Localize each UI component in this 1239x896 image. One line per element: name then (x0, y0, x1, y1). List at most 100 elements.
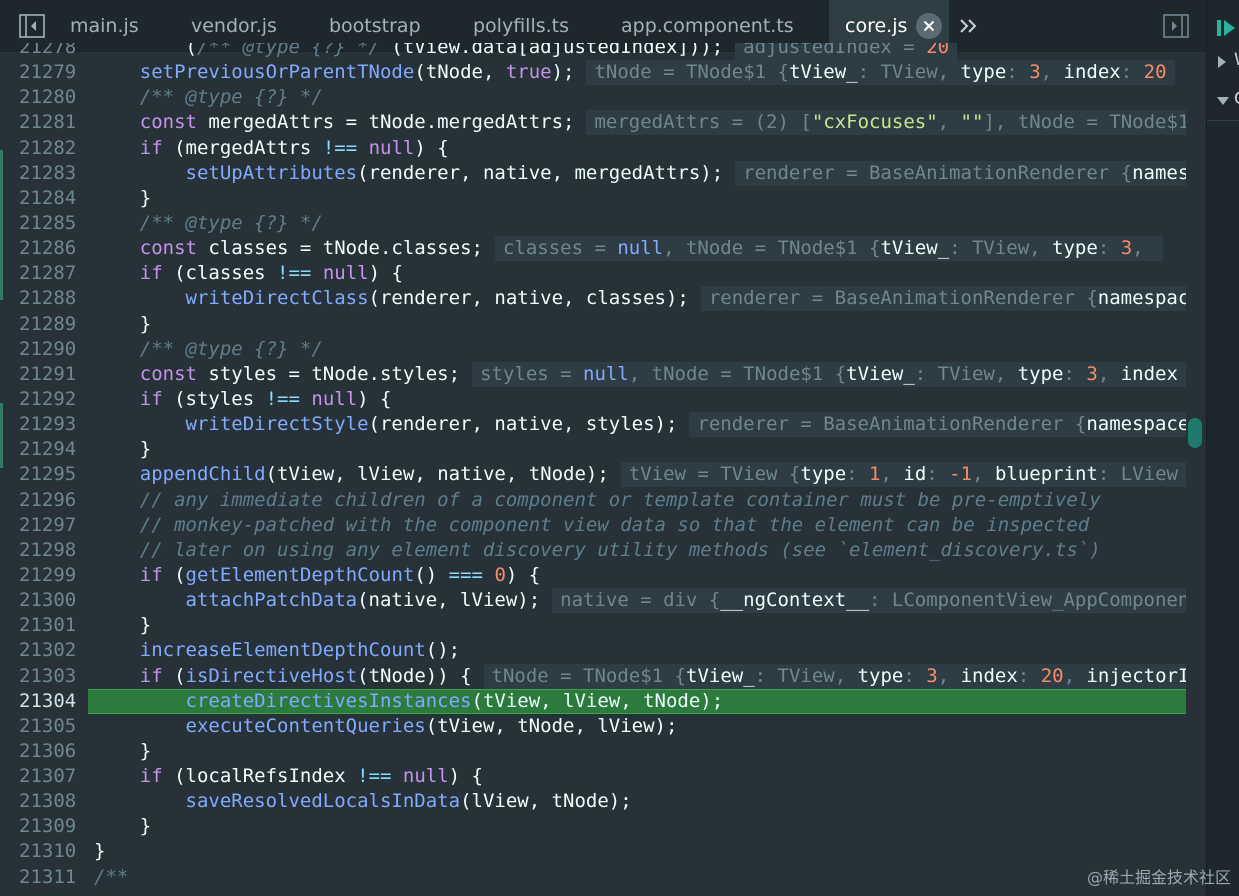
code-line[interactable]: 21285 /** @type {?} */ (0, 211, 1206, 236)
code-line[interactable]: 21295 appendChild(tView, lView, native, … (0, 462, 1206, 488)
line-number[interactable]: 21292 (19, 387, 81, 412)
code-line[interactable]: 21294 } (0, 437, 1206, 462)
code-line[interactable]: 21305 executeContentQueries(tView, tNode… (0, 714, 1206, 739)
code-line[interactable]: 21309 } (0, 814, 1206, 839)
code-line[interactable]: 21292 if (styles !== null) { (0, 387, 1206, 412)
code-line[interactable]: 21298 // later on using any element disc… (0, 538, 1206, 563)
code-token: (tView, lView, native, tNode); (265, 463, 609, 486)
inline-value-hint[interactable]: tNode = TNode$1 {tView_: TView, type: 3,… (483, 663, 1186, 689)
line-number[interactable]: 21300 (19, 588, 81, 613)
resume-button[interactable] (1207, 10, 1239, 42)
watch-section-header[interactable]: W (1207, 46, 1239, 78)
line-number[interactable]: 21309 (19, 814, 81, 839)
more-tabs-button[interactable] (954, 13, 982, 39)
line-number[interactable]: 21307 (19, 764, 81, 789)
line-number[interactable]: 21295 (19, 462, 81, 487)
line-number[interactable]: 21303 (19, 664, 81, 689)
code-line[interactable]: 21287 if (classes !== null) { (0, 261, 1206, 286)
line-number[interactable]: 21282 (19, 136, 81, 161)
line-number[interactable]: 21291 (19, 362, 81, 387)
code-token: (tView.data[adjustedIndex])); (379, 43, 724, 58)
code-line[interactable]: 21306 } (0, 739, 1206, 764)
line-number[interactable]: 21301 (19, 613, 81, 638)
line-number[interactable]: 21296 (19, 488, 81, 513)
code-line[interactable]: 21281 const mergedAttrs = tNode.mergedAt… (0, 110, 1206, 136)
code-text: if (localRefsIndex !== null) { (94, 764, 1186, 789)
vertical-scrollbar-thumb[interactable] (1188, 418, 1202, 448)
code-line[interactable]: 21293 writeDirectStyle(renderer, native,… (0, 412, 1206, 438)
inline-value-hint[interactable]: classes = null, tNode = TNode$1 {tView_:… (494, 236, 1164, 262)
code-line[interactable]: 21286 const classes = tNode.classes; clas… (0, 236, 1206, 262)
hint-token: type (1052, 237, 1098, 260)
line-number[interactable]: 21298 (19, 538, 81, 563)
line-number[interactable]: 21302 (19, 638, 81, 663)
line-number[interactable]: 21304 (19, 689, 81, 714)
hint-token: 3 (1086, 362, 1098, 385)
line-number[interactable]: 21281 (19, 110, 81, 135)
code-line[interactable]: 21302 increaseElementDepthCount(); (0, 638, 1206, 663)
code-line[interactable]: 21307 if (localRefsIndex !== null) { (0, 764, 1206, 789)
close-tab-button[interactable] (916, 13, 942, 39)
inline-value-hint[interactable]: adjustedIndex = 20 (735, 43, 958, 60)
code-line[interactable]: 21289 } (0, 312, 1206, 337)
code-line[interactable]: 21283 setUpAttributes(renderer, native, … (0, 160, 1206, 186)
line-number[interactable]: 21280 (19, 85, 81, 110)
line-number[interactable]: 21294 (19, 437, 81, 462)
line-number[interactable]: 21278 (19, 43, 81, 60)
line-number[interactable]: 21287 (19, 261, 81, 286)
code-line[interactable]: 21311 /** (0, 865, 1206, 890)
code-token: if (139, 136, 163, 159)
line-number[interactable]: 21310 (19, 839, 81, 864)
code-line[interactable]: 21279 setPreviousOrParentTNode(tNode, tr… (0, 60, 1206, 86)
watch-section-label: W (1234, 50, 1239, 70)
inline-value-hint[interactable]: renderer = BaseAnimationRenderer {namesp… (700, 286, 1186, 312)
hint-token: 20 (1040, 664, 1064, 687)
code-line[interactable]: 21300 attachPatchData(native, lView); nat… (0, 588, 1206, 614)
line-number[interactable]: 21297 (19, 513, 81, 538)
code-line-current[interactable]: 21304 createDirectivesInstances(tView, l… (0, 688, 1206, 714)
inline-value-hint[interactable]: tNode = TNode$1 {tView_: TView, type: 3,… (586, 60, 1175, 86)
code-line[interactable]: 21296 // any immediate children of a com… (0, 488, 1206, 513)
inline-value-hint[interactable]: native = div {__ngContext__: LComponentV… (552, 588, 1186, 614)
toggle-debugger-button[interactable] (1162, 13, 1190, 39)
inline-value-hint[interactable]: styles = null, tNode = TNode$1 {tView_: … (472, 361, 1186, 387)
code-token: attachPatchData (185, 589, 358, 612)
inline-value-hint[interactable]: renderer = BaseAnimationRenderer {namesp… (689, 412, 1186, 438)
call-stack-section-header[interactable]: C (1207, 86, 1239, 118)
code-editor[interactable]: 21278 (/** @type {?} */ (tView.data[adju… (0, 43, 1206, 896)
code-line[interactable]: 21297 // monkey-patched with the compone… (0, 513, 1206, 538)
line-number[interactable]: 21283 (19, 161, 81, 186)
code-line[interactable]: 21291 const styles = tNode.styles; styles… (0, 361, 1206, 387)
code-line[interactable]: 21284 } (0, 186, 1206, 211)
code-line[interactable]: 21299 if (getElementDepthCount() === 0) … (0, 563, 1206, 588)
line-number[interactable]: 21284 (19, 186, 81, 211)
toggle-navigator-button[interactable] (18, 13, 46, 39)
inline-value-hint[interactable]: renderer = BaseAnimationRenderer {namesp… (735, 160, 1186, 186)
line-number[interactable]: 21290 (19, 337, 81, 362)
code-line[interactable]: 21282 if (mergedAttrs !== null) { (0, 136, 1206, 161)
line-number[interactable]: 21306 (19, 739, 81, 764)
code-line[interactable]: 21290 /** @type {?} */ (0, 337, 1206, 362)
line-number[interactable]: 21288 (19, 286, 81, 311)
inline-value-hint[interactable]: mergedAttrs = (2) ["cxFocuses", ""], tNo… (586, 110, 1186, 136)
code-line[interactable]: 21280 /** @type {?} */ (0, 85, 1206, 110)
code-token: (tNode)) { (357, 664, 472, 687)
code-line[interactable]: 21288 writeDirectClass(renderer, native,… (0, 286, 1206, 312)
line-number[interactable]: 21285 (19, 211, 81, 236)
sidebar-left-icon (19, 14, 45, 38)
line-number[interactable]: 21279 (19, 60, 81, 85)
line-number[interactable]: 21286 (19, 236, 81, 261)
inline-value-hint[interactable]: tView = TView {type: 1, id: -1, blueprin… (620, 462, 1186, 488)
code-line[interactable]: 21308 saveResolvedLocalsInData(lView, tN… (0, 789, 1206, 814)
code-token: === (448, 563, 483, 586)
line-number[interactable]: 21299 (19, 563, 81, 588)
line-number[interactable]: 21293 (19, 412, 81, 437)
line-number[interactable]: 21308 (19, 789, 81, 814)
line-number[interactable]: 21289 (19, 312, 81, 337)
line-number[interactable]: 21311 (19, 865, 81, 890)
code-line[interactable]: 21278 (/** @type {?} */ (tView.data[adju… (0, 43, 1206, 60)
line-number[interactable]: 21305 (19, 714, 81, 739)
code-line[interactable]: 21310} (0, 839, 1206, 864)
code-line[interactable]: 21301 } (0, 613, 1206, 638)
code-line[interactable]: 21303 if (isDirectiveHost(tNode)) {tNode… (0, 663, 1206, 689)
